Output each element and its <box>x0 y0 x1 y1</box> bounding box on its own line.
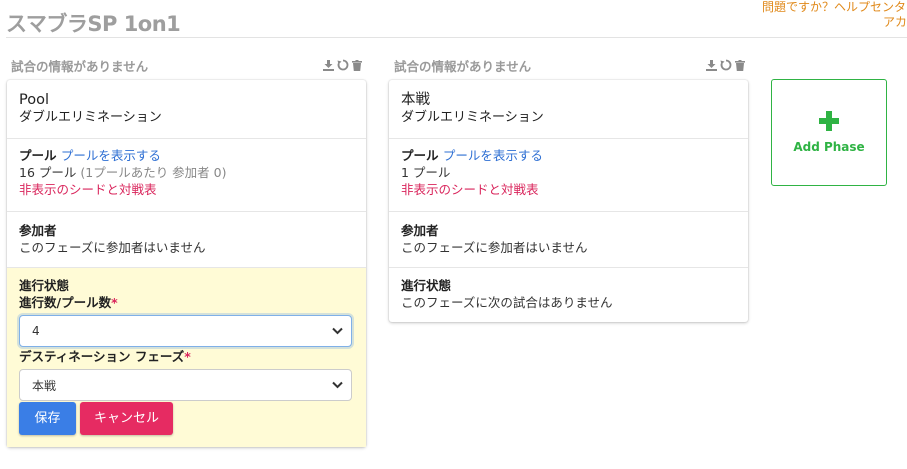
hidden-seeds-link[interactable]: 非表示のシードと対戦表 <box>401 181 736 198</box>
cancel-button[interactable]: キャンセル <box>80 402 173 435</box>
hidden-seeds-link[interactable]: 非表示のシードと対戦表 <box>19 181 354 198</box>
help-line-2[interactable]: アカ <box>762 15 907 30</box>
pool-count: 1 プール <box>401 165 451 180</box>
entrants-section: 参加者 このフェーズに参加者はいません <box>389 212 748 268</box>
reset-icon[interactable] <box>337 59 349 71</box>
phase-2-header: 試合の情報がありません <box>394 56 745 74</box>
add-phase-label: Add Phase <box>793 140 865 154</box>
destination-phase-value: 本戦 <box>32 378 57 393</box>
progress-label: 進行状態 <box>401 278 452 293</box>
phase-type: ダブルエリミネーション <box>19 110 162 125</box>
reset-icon[interactable] <box>720 59 732 71</box>
phase-1-match-info: 試合の情報がありません <box>11 58 149 74</box>
destination-phase-label: デスティネーション フェーズ <box>19 349 185 364</box>
progression-count-value: 4 <box>32 324 40 338</box>
add-phase-button[interactable]: Add Phase <box>771 79 887 186</box>
phase-card-pool: Pool ダブルエリミネーション プール プールを表示する 16 プール (1プ… <box>7 80 366 447</box>
download-icon[interactable] <box>323 59 334 71</box>
entrants-text: このフェーズに参加者はいません <box>19 240 206 255</box>
view-pools-link[interactable]: プールを表示する <box>443 148 543 163</box>
progression-count-label: 進行数/プール数 <box>19 295 112 310</box>
pool-count: 16 プール <box>19 165 77 180</box>
help-line-1[interactable]: 問題ですか？ヘルプセンター <box>762 0 907 15</box>
page-title: スマブラSP 1on1 <box>6 12 181 36</box>
required-mark: * <box>111 295 118 310</box>
entrants-section: 参加者 このフェーズに参加者はいません <box>7 212 366 268</box>
entrants-text: このフェーズに参加者はいません <box>401 240 588 255</box>
progress-text: このフェーズに次の試合はありません <box>401 295 613 310</box>
trash-icon[interactable] <box>735 59 745 71</box>
pool-section: プール プールを表示する 1 プール 非表示のシードと対戦表 <box>389 139 748 212</box>
phase-2-match-info: 試合の情報がありません <box>394 58 532 74</box>
progress-label: 進行状態 <box>19 278 70 293</box>
save-button[interactable]: 保存 <box>19 402 76 435</box>
pool-label: プール <box>401 148 439 163</box>
chevron-down-icon <box>332 324 343 338</box>
view-pools-link[interactable]: プールを表示する <box>61 148 161 163</box>
entrants-label: 参加者 <box>19 223 57 238</box>
pool-label: プール <box>19 148 57 163</box>
pool-section: プール プールを表示する 16 プール (1プールあたり 参加者 0) 非表示の… <box>7 139 366 212</box>
help-center-link[interactable]: 問題ですか？ヘルプセンター アカ <box>762 0 907 30</box>
phase-1-header: 試合の情報がありません <box>11 56 362 74</box>
entrants-label: 参加者 <box>401 223 439 238</box>
phase-card-main: 本戦 ダブルエリミネーション プール プールを表示する 1 プール 非表示のシー… <box>389 80 748 322</box>
phase-title-section: 本戦 ダブルエリミネーション <box>389 80 748 139</box>
title-divider <box>6 37 907 38</box>
progress-edit-section: 進行状態 進行数/プール数* 4 デスティネーション フェーズ* 本戦 保存 キャ… <box>7 268 366 447</box>
trash-icon[interactable] <box>352 59 362 71</box>
progression-count-select[interactable]: 4 <box>19 315 352 347</box>
phase-type: ダブルエリミネーション <box>401 110 544 125</box>
chevron-down-icon <box>332 378 343 392</box>
plus-icon <box>819 111 839 134</box>
download-icon[interactable] <box>706 59 717 71</box>
required-mark: * <box>184 349 191 364</box>
pool-detail: (1プールあたり 参加者 0) <box>80 165 227 180</box>
phase-title-section: Pool ダブルエリミネーション <box>7 80 366 139</box>
phase-name: 本戦 <box>401 92 430 108</box>
progress-section: 進行状態 このフェーズに次の試合はありません <box>389 268 748 322</box>
destination-phase-select[interactable]: 本戦 <box>19 369 352 401</box>
phase-name: Pool <box>19 92 49 108</box>
